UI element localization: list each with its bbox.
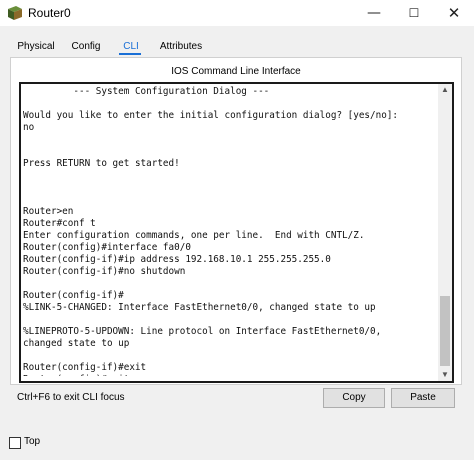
scroll-up-arrow-icon[interactable]: ▲ xyxy=(438,84,452,96)
cli-console[interactable]: --- System Configuration Dialog --- Woul… xyxy=(19,82,454,383)
copy-button[interactable]: Copy xyxy=(323,388,385,408)
console-output[interactable]: --- System Configuration Dialog --- Woul… xyxy=(23,86,433,376)
window-title: Router0 xyxy=(28,6,71,20)
active-tab-indicator xyxy=(119,53,141,55)
scroll-down-arrow-icon[interactable]: ▼ xyxy=(438,369,452,381)
paste-button[interactable]: Paste xyxy=(391,388,455,408)
title-bar: Router0 — ☐ ✕ xyxy=(0,0,474,26)
close-button[interactable]: ✕ xyxy=(434,0,474,26)
maximize-button[interactable]: ☐ xyxy=(394,0,434,26)
top-label: Top xyxy=(24,436,41,447)
top-checkbox[interactable] xyxy=(9,437,21,449)
cli-focus-hint: Ctrl+F6 to exit CLI focus xyxy=(17,392,125,403)
scroll-thumb[interactable] xyxy=(440,296,450,366)
minimize-button[interactable]: — xyxy=(354,0,394,26)
tab-attributes[interactable]: Attributes xyxy=(150,38,212,56)
tab-config[interactable]: Config xyxy=(66,38,106,56)
console-scrollbar[interactable]: ▲ ▼ xyxy=(438,84,452,381)
tab-physical[interactable]: Physical xyxy=(10,38,62,56)
router-icon xyxy=(8,6,22,20)
cli-heading: IOS Command Line Interface xyxy=(171,66,301,77)
cli-panel: IOS Command Line Interface --- System Co… xyxy=(10,57,462,385)
